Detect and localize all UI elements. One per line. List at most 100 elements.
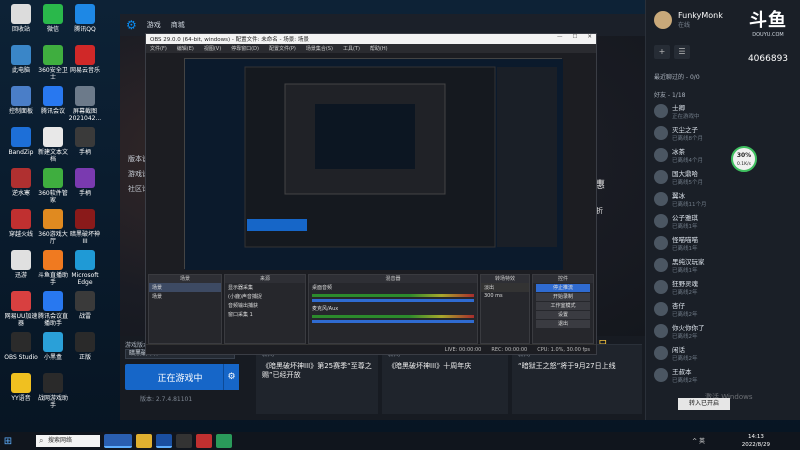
user-status[interactable]: 在线 [678,20,723,29]
obs-menu-item[interactable]: 文件(F) [150,45,167,52]
friend-settings-icon[interactable]: ☰ [674,45,690,59]
close-icon[interactable]: ✕ [587,34,592,40]
desktop-icon[interactable]: 微信 [36,4,70,33]
maximize-icon[interactable]: ☐ [572,34,577,40]
battlenet-taskbar-icon[interactable] [156,434,172,448]
friend-item[interactable]: 灭尘之子 已离线8个月 [654,124,703,142]
stop-streaming-button[interactable]: 停止推流 [536,284,590,292]
play-settings-gear-icon[interactable]: ⚙ [223,364,239,390]
desktop-icon[interactable]: 腾讯会议直播助手 [36,291,70,327]
friend-item[interactable]: 闲话 已离线2年 [654,344,698,362]
system-tray[interactable]: ^ 英 [692,436,705,445]
desktop-icon[interactable]: BandZip [4,127,38,156]
desktop-icon[interactable]: 网易云音乐 [68,45,102,74]
start-recording-button[interactable]: 开始录制 [536,293,590,301]
volume-slider[interactable] [312,320,474,323]
desktop-icon[interactable]: 战雷 [68,291,102,320]
obs-titlebar[interactable]: OBS 29.0.0 (64-bit, windows) - 配置文件: 未命名… [146,34,596,44]
desktop-icon-label: 斗鱼直播助手 [37,272,68,286]
obs-menu-item[interactable]: 视图(V) [204,45,221,52]
friend-item[interactable]: 冰茶 已离线4个月 [654,146,703,164]
exit-button[interactable]: 退出 [536,320,590,328]
desktop-icon[interactable]: 手柄 [68,168,102,197]
user-avatar[interactable] [654,11,672,29]
desktop-icon[interactable]: Microsoft Edge [68,250,102,286]
game-taskbar-icon[interactable] [196,434,212,448]
desktop-icon[interactable]: 新建文本文档 [36,127,70,163]
desktop-icon[interactable]: 腾讯会议 [36,86,70,115]
app-taskbar-icon[interactable] [216,434,232,448]
tab-games[interactable]: 游戏 [147,20,161,30]
obs-preview-canvas[interactable] [184,58,563,270]
transition-select[interactable]: 淡出 [481,283,529,292]
taskbar-search[interactable]: 搜索网络 [36,435,100,447]
desktop-icon[interactable]: 网易UU加速器 [4,291,38,327]
desktop-icon[interactable]: 360软件管家 [36,168,70,204]
desktop-app-icon [43,291,63,311]
desktop-icon[interactable]: 穿越火线 [4,209,38,238]
settings-button[interactable]: 设置 [536,311,590,319]
battlenet-logo-icon[interactable]: ⚙ [126,18,137,32]
friend-item[interactable]: 怪喵喵喵 已离线1年 [654,234,698,252]
friend-item[interactable]: 士卿 正在游戏中 [654,102,700,120]
obs-menu-item[interactable]: 编辑(E) [177,45,194,52]
scene-item[interactable]: 场景 [149,292,221,301]
desktop-icon[interactable]: 屏幕截图2021042... [68,86,102,122]
friend-item[interactable]: 狂野灵魂 已离线2年 [654,278,698,296]
friend-item[interactable]: 杏仔 已离线2年 [654,300,698,318]
taskbar-clock[interactable]: 14:13 2022/8/29 [742,433,770,449]
source-item[interactable]: 显示器采集 [225,283,305,292]
clock-time: 14:13 [747,434,764,440]
desktop-icon[interactable]: 战网游戏助手 [36,373,70,409]
desktop-icon[interactable]: 逆水寒 [4,168,38,197]
enter-button[interactable]: 转入已开启 [678,398,730,410]
friend-item[interactable]: 国大鼎哈 已离线5个月 [654,168,703,186]
obs-taskbar-icon[interactable] [176,434,192,448]
desktop-icon[interactable]: 迅游 [4,250,38,279]
play-button[interactable]: 正在游戏中 [125,364,235,390]
transition-duration[interactable]: 300 ms [481,292,529,300]
friend-item[interactable]: 公子雅琪 已离线1年 [654,212,698,230]
obs-menu-item[interactable]: 帮助(H) [370,45,388,52]
source-item[interactable]: 音频输出捕获 [225,301,305,310]
minimize-icon[interactable]: — [557,34,563,40]
desktop-icon[interactable]: YY语音 [4,373,38,402]
obs-menu-item[interactable]: 场景集合(S) [306,45,333,52]
add-friend-icon[interactable]: + [654,45,670,59]
tab-shop[interactable]: 商城 [171,20,185,30]
studio-mode-button[interactable]: 工作室模式 [536,302,590,310]
group-recent[interactable]: 最近聊过的 - 0/0 [654,72,700,81]
file-explorer-icon[interactable] [136,434,152,448]
desktop-icon[interactable]: 小黑盒 [36,332,70,361]
desktop-icon[interactable]: 360安全卫士 [36,45,70,81]
speed-badge[interactable]: 30% 0.1K/s [731,146,757,172]
desktop-icon[interactable]: 控制面板 [4,86,38,115]
friend-item[interactable]: 王叔本 已离线2年 [654,366,698,384]
sources-dock-title: 来源 [225,275,305,283]
desktop-icon[interactable]: 腾讯QQ [68,4,102,33]
friend-item[interactable]: 你火你你了 已离线2年 [654,322,705,340]
speed-rate: 0.1K/s [737,162,751,167]
transitions-dock-title: 转场特效 [481,275,529,283]
desktop-icon[interactable]: 暗黑破坏神III [68,209,102,245]
obs-menu-item[interactable]: 停靠窗口(D) [231,45,259,52]
desktop-icon[interactable]: 360游戏大厅 [36,209,70,245]
taskbar-app-search[interactable] [104,434,132,448]
source-item[interactable]: 窗口采集 1 [225,310,305,319]
friend-item[interactable]: 黑纯汉玩家 已离线1年 [654,256,705,274]
group-friends[interactable]: 好友 - 1/18 [654,90,685,99]
desktop-icon[interactable]: OBS Studio [4,332,38,361]
scene-item[interactable]: 场景 [149,283,221,292]
desktop-icon[interactable]: 手柄 [68,127,102,156]
obs-menu-item[interactable]: 工具(T) [343,45,360,52]
friend-item[interactable]: 翼冰 已离线11个月 [654,190,707,208]
desktop-icon[interactable]: 斗鱼直播助手 [36,250,70,286]
obs-menu-item[interactable]: 配置文件(P) [269,45,296,52]
audio-meter [312,294,474,297]
windows-start-icon[interactable]: ⊞ [0,432,16,450]
desktop-icon[interactable]: 回收站 [4,4,38,33]
volume-slider[interactable] [312,299,474,302]
source-item[interactable]: (小鹿)声音捕捉 [225,292,305,301]
desktop-icon[interactable]: 正版 [68,332,102,361]
desktop-icon[interactable]: 此电脑 [4,45,38,74]
